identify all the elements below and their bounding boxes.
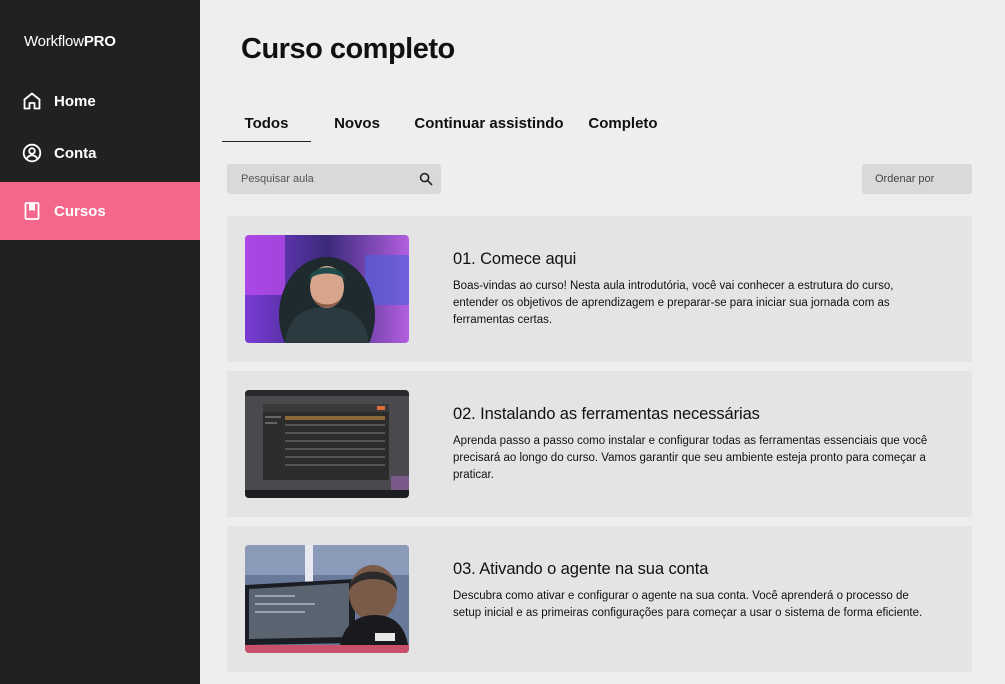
sidebar-item-cursos[interactable]: Cursos	[0, 182, 200, 240]
lesson-thumbnail[interactable]	[245, 545, 409, 653]
user-circle-icon	[22, 143, 42, 163]
sidebar-item-label: Conta	[54, 144, 97, 162]
lesson-thumbnail[interactable]	[245, 235, 409, 343]
tab-label: Todos	[244, 115, 289, 132]
main-content: Curso completo Todos Novos Continuar ass…	[200, 0, 1005, 684]
tab-label: Novos	[334, 115, 380, 132]
tab-novos[interactable]: Novos	[311, 106, 403, 142]
sidebar: WorkflowPRO Home Conta Cursos	[0, 0, 200, 684]
lesson-description: Boas-vindas ao curso! Nesta aula introdu…	[453, 280, 894, 326]
book-icon	[24, 202, 40, 220]
sidebar-item-conta[interactable]: Conta	[0, 125, 200, 181]
sort-button[interactable]: Ordenar por	[862, 164, 972, 194]
tab-bar: Todos Novos Continuar assistindo Complet…	[222, 106, 671, 142]
tab-label: Continuar assistindo	[414, 115, 564, 132]
lesson-title[interactable]: 02. Instalando as ferramentas necessária…	[453, 405, 760, 424]
lesson-title[interactable]: 01. Comece aqui	[453, 250, 576, 269]
lesson-title[interactable]: 03. Ativando o agente na sua conta	[453, 560, 708, 579]
lesson-description: Descubra como ativar e configurar o agen…	[453, 590, 923, 619]
lesson-description: Aprenda passo a passo como instalar e co…	[453, 435, 928, 481]
tab-completo[interactable]: Completo	[575, 106, 671, 142]
page-title: Curso completo	[241, 33, 455, 65]
search-box	[227, 164, 441, 194]
logo-text: Workflow	[24, 33, 84, 50]
search-input[interactable]	[241, 173, 411, 185]
lesson-card[interactable]: 02. Instalando as ferramentas necessária…	[227, 371, 972, 517]
home-icon	[23, 92, 41, 110]
tab-todos[interactable]: Todos	[222, 106, 311, 142]
sidebar-item-label: Cursos	[54, 202, 106, 220]
lesson-card[interactable]: 01. Comece aqui Boas-vindas ao curso! Ne…	[227, 216, 972, 362]
lesson-thumbnail[interactable]	[245, 390, 409, 498]
lesson-card[interactable]: 03. Ativando o agente na sua conta Descu…	[227, 526, 972, 672]
tab-label: Completo	[588, 115, 658, 132]
logo-text-bold: PRO	[83, 33, 116, 50]
sidebar-item-label: Home	[54, 92, 96, 110]
sort-label: Ordenar por	[875, 173, 935, 185]
sidebar-item-home[interactable]: Home	[0, 73, 200, 129]
app-logo[interactable]: WorkflowPRO	[24, 33, 116, 50]
search-icon[interactable]	[419, 172, 433, 186]
tab-continuar-assistindo[interactable]: Continuar assistindo	[403, 106, 575, 142]
